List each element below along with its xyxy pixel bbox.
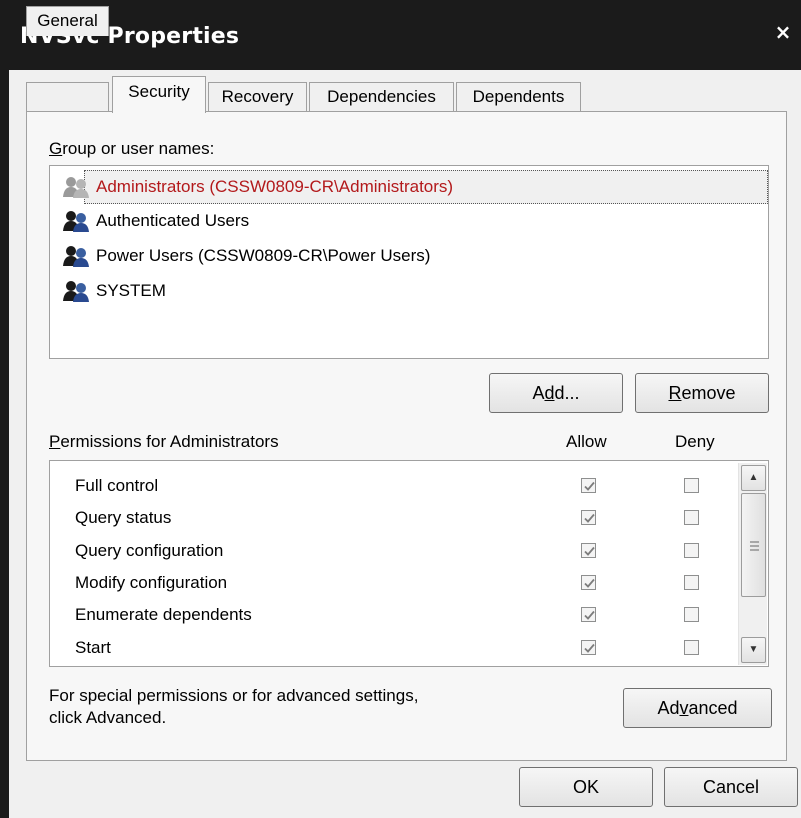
deny-checkbox[interactable] — [684, 478, 699, 493]
advanced-note-line2: click Advanced. — [49, 708, 167, 727]
list-item[interactable]: Authenticated Users — [62, 208, 249, 234]
permission-name: Modify configuration — [75, 573, 228, 592]
deny-checkbox[interactable] — [684, 640, 699, 655]
allow-column-header: Allow — [566, 432, 607, 451]
group-names-label: Group or user names: — [49, 139, 215, 158]
scroll-down-icon[interactable]: ▼ — [741, 637, 766, 663]
user-group-icon — [62, 279, 90, 303]
window-frame — [0, 70, 9, 818]
ok-button[interactable]: OK — [519, 767, 653, 807]
tab-label: Recovery — [221, 87, 294, 106]
permission-name: Query status — [75, 508, 172, 527]
scroll-up-icon[interactable]: ▲ — [741, 465, 766, 491]
tab-label: General — [37, 11, 98, 30]
group-user-list[interactable]: Administrators (CSSW0809-CR\Administrato… — [49, 165, 769, 359]
tab-general[interactable]: General — [26, 6, 109, 36]
permissions-list[interactable]: Full control Query status Query configur… — [49, 460, 769, 667]
properties-dialog: NVSvc Properties × General Security Reco… — [0, 0, 801, 818]
deny-checkbox[interactable] — [684, 575, 699, 590]
allow-checkbox[interactable] — [581, 478, 596, 493]
permissions-label: Permissions for Administrators — [49, 432, 279, 451]
tab-security[interactable]: Security — [112, 76, 206, 113]
add-button[interactable]: Add... — [489, 373, 623, 413]
permissions-scrollbar[interactable]: ▲ ▼ — [738, 463, 767, 665]
tab-label: Dependencies — [327, 87, 436, 106]
tab-label: Dependents — [472, 87, 565, 106]
advanced-button[interactable]: Advanced — [623, 688, 772, 728]
advanced-note-line1: For special permissions or for advanced … — [49, 686, 419, 705]
tab-recovery[interactable]: Recovery — [208, 82, 307, 112]
list-item-name: Authenticated Users — [96, 211, 250, 230]
permission-name: Start — [75, 638, 111, 657]
user-group-icon — [62, 209, 90, 233]
allow-checkbox[interactable] — [581, 575, 596, 590]
permission-name: Full control — [75, 476, 159, 495]
deny-checkbox[interactable] — [684, 607, 699, 622]
allow-checkbox[interactable] — [581, 510, 596, 525]
allow-checkbox[interactable] — [581, 543, 596, 558]
list-item[interactable]: Administrators (CSSW0809-CR\Administrato… — [62, 174, 453, 200]
close-icon[interactable]: × — [771, 20, 795, 44]
list-item-name: Power Users (CSSW0809-CR\Power Users) — [96, 246, 431, 265]
deny-column-header: Deny — [675, 432, 715, 451]
permission-name: Enumerate dependents — [75, 605, 252, 624]
user-group-icon — [62, 244, 90, 268]
tab-dependents[interactable]: Dependents — [456, 82, 581, 112]
list-item-name: SYSTEM — [96, 281, 166, 300]
allow-checkbox[interactable] — [581, 640, 596, 655]
user-group-icon — [62, 175, 90, 199]
title-bar[interactable]: NVSvc Properties × — [0, 0, 801, 70]
tab-dependencies[interactable]: Dependencies — [309, 82, 454, 112]
list-item[interactable]: SYSTEM — [62, 278, 166, 304]
deny-checkbox[interactable] — [684, 543, 699, 558]
tab-label: Security — [128, 82, 190, 101]
allow-checkbox[interactable] — [581, 607, 596, 622]
list-item-name: Administrators (CSSW0809-CR\Administrato… — [96, 177, 454, 196]
list-item[interactable]: Power Users (CSSW0809-CR\Power Users) — [62, 243, 430, 269]
cancel-button[interactable]: Cancel — [664, 767, 798, 807]
scroll-thumb[interactable] — [741, 493, 766, 597]
deny-checkbox[interactable] — [684, 510, 699, 525]
tab-general-bg — [26, 82, 109, 112]
permission-name: Query configuration — [75, 541, 224, 560]
remove-button[interactable]: Remove — [635, 373, 769, 413]
